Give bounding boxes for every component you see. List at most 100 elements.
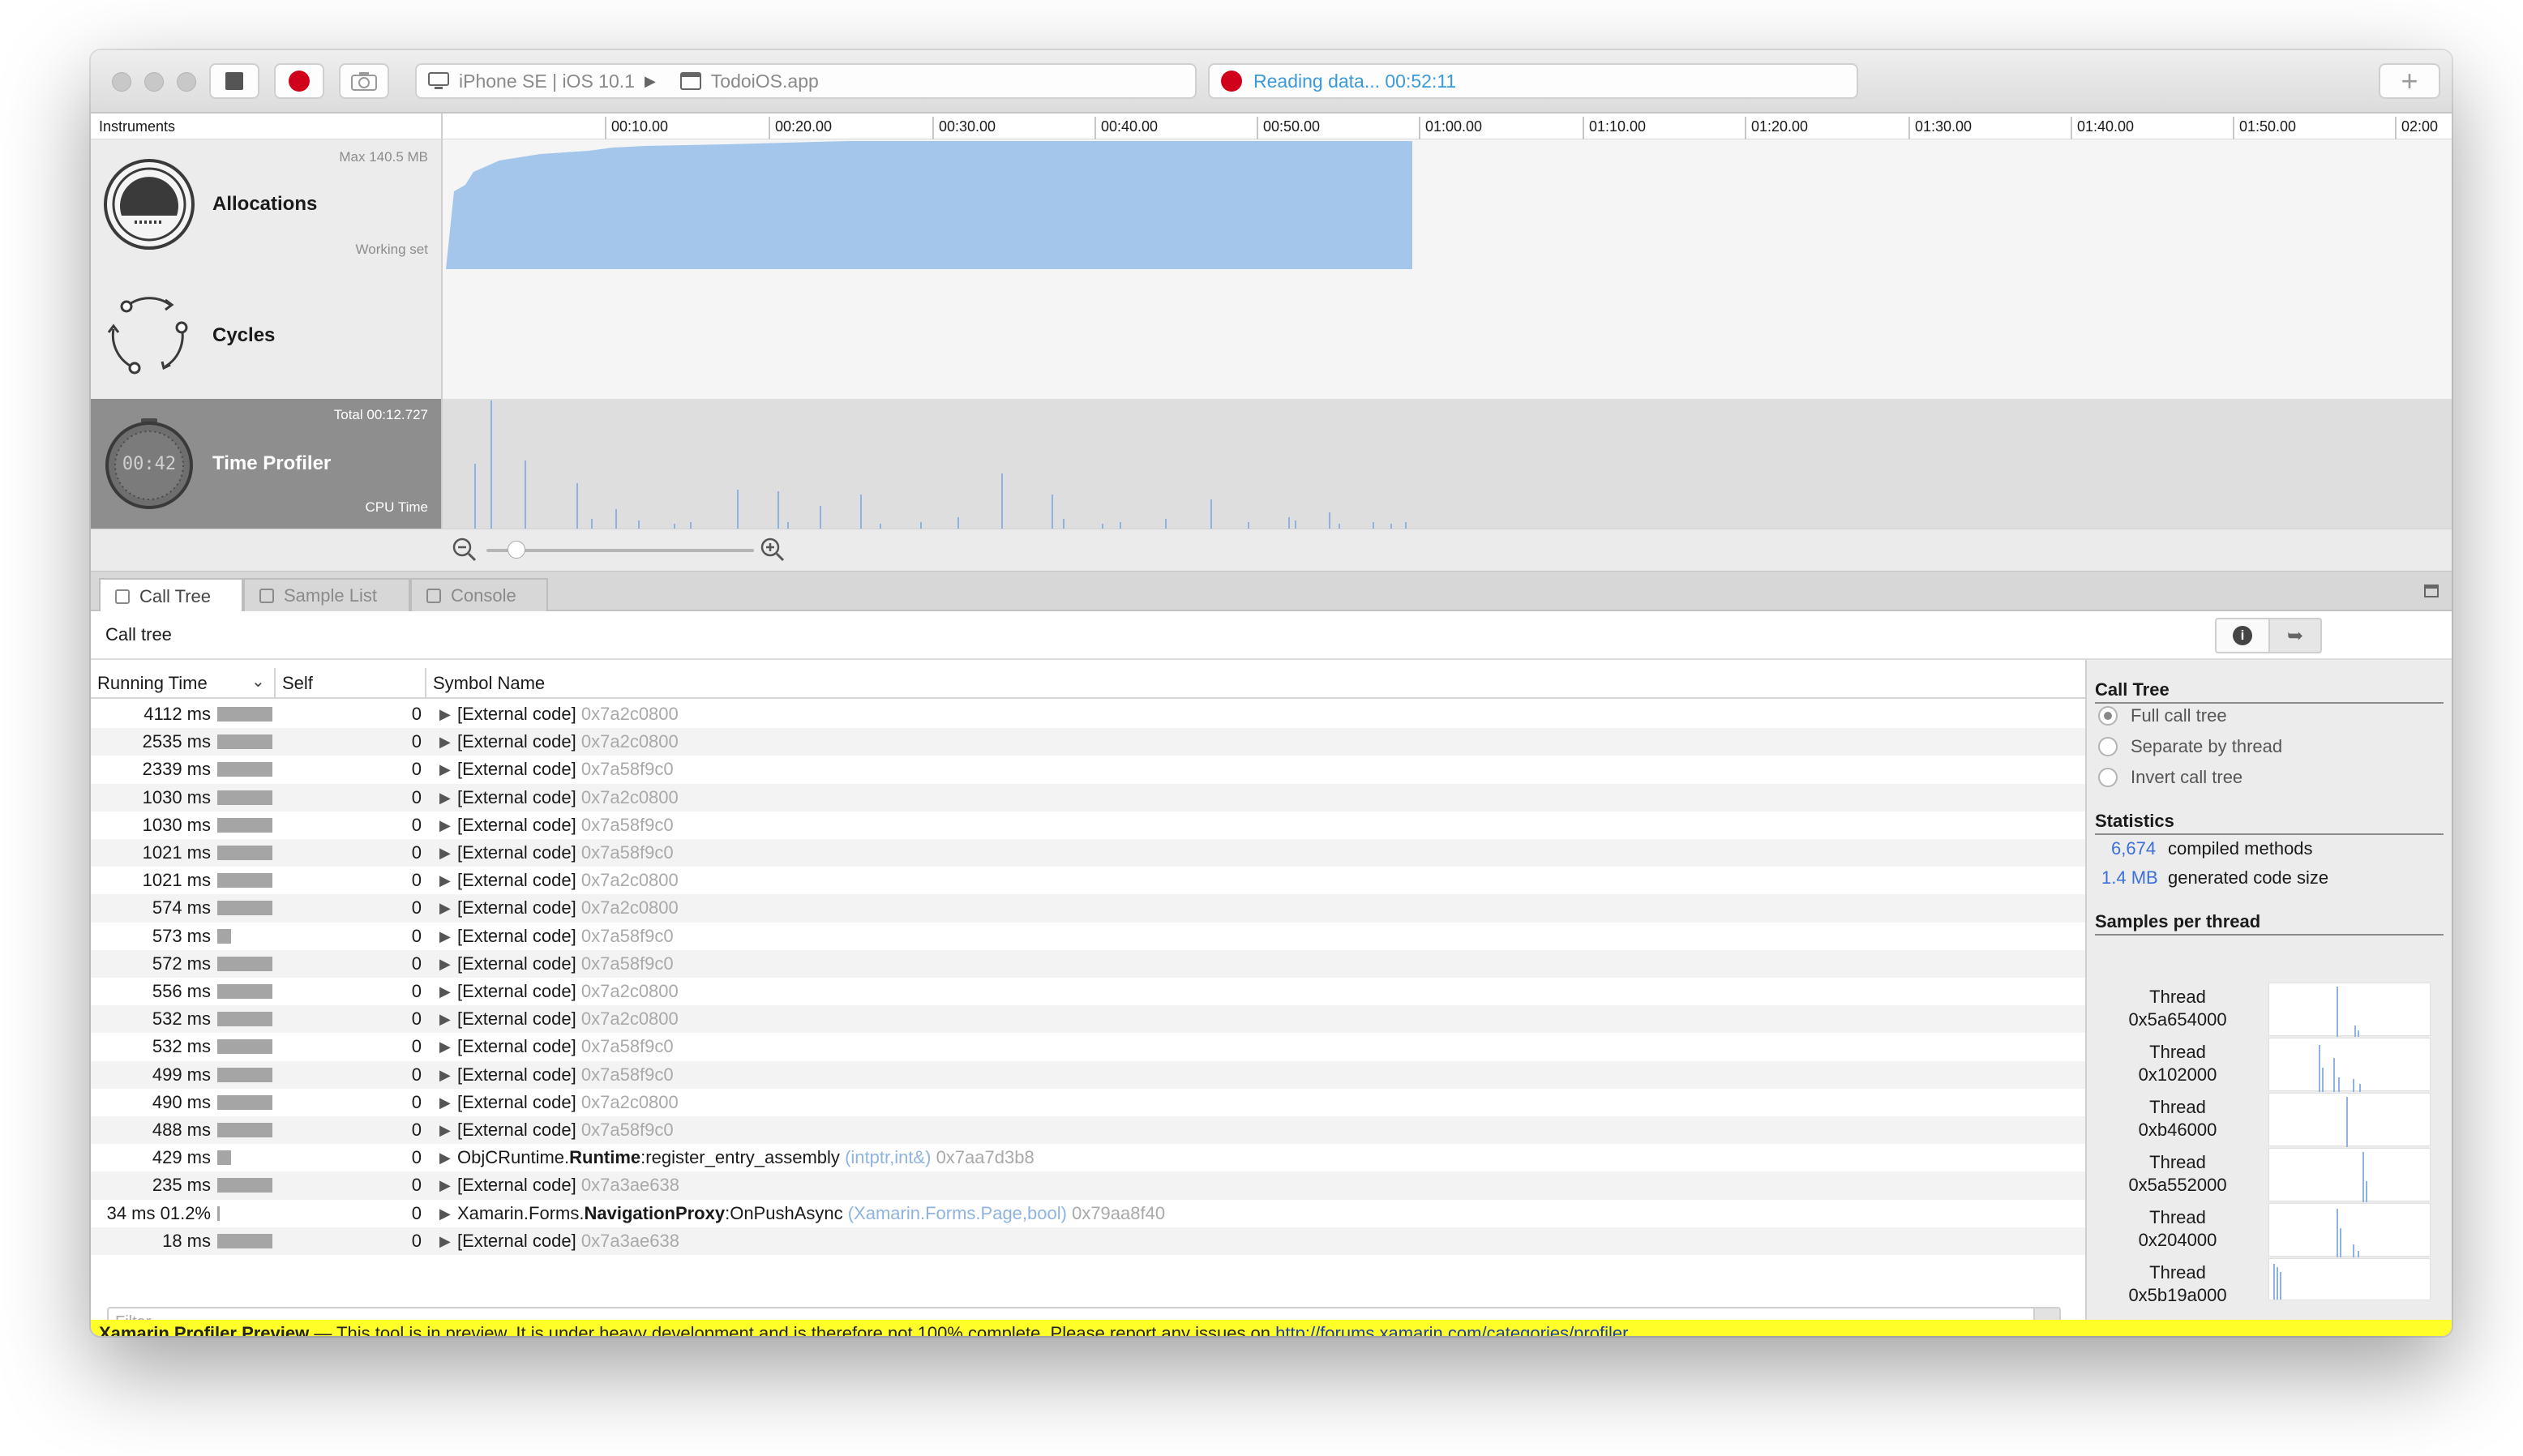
tab-label: Console (451, 585, 516, 606)
option-separate-by-thread[interactable]: Separate by thread (2098, 736, 2282, 757)
symbol-name: [External code] (457, 1230, 576, 1251)
table-row[interactable]: 490 ms 0 ▶ [External code] 0x7a2c0800 (91, 1089, 2085, 1116)
track-name: Time Profiler (212, 452, 332, 474)
zoom-slider-knob[interactable] (508, 541, 525, 559)
symbol-name: [External code] (457, 759, 576, 780)
disclosure-triangle-icon[interactable]: ▶ (439, 1061, 451, 1089)
symbol-cell: Xamarin.Forms.NavigationProxy:OnPushAsyn… (457, 1200, 1165, 1227)
tab-sample-list[interactable]: Sample List (243, 578, 410, 612)
table-row[interactable]: 1030 ms 0 ▶ [External code] 0x7a2c0800 (91, 783, 2085, 812)
symbol-cell: [External code] 0x7a58f9c0 (457, 950, 674, 978)
table-row[interactable]: 499 ms 0 ▶ [External code] 0x7a58f9c0 (91, 1060, 2085, 1089)
sort-chevron-icon[interactable]: ⌄ (251, 671, 265, 692)
record-button[interactable] (274, 63, 324, 99)
disclosure-triangle-icon[interactable]: ▶ (439, 728, 451, 756)
minimize-window-button[interactable] (144, 72, 164, 92)
symbol-signature: (Xamarin.Forms.Page,bool) (847, 1202, 1067, 1223)
disclosure-triangle-icon[interactable]: ▶ (439, 1005, 451, 1033)
table-row[interactable]: 573 ms 0 ▶ [External code] 0x7a58f9c0 (91, 923, 2085, 950)
table-row[interactable]: 4112 ms 0 ▶ [External code] 0x7a2c0800 (91, 700, 2085, 728)
table-row[interactable]: 1021 ms 0 ▶ [External code] 0x7a58f9c0 (91, 839, 2085, 867)
track-allocations[interactable]: Allocations Max 140.5 MB Working set (91, 139, 443, 269)
disclosure-triangle-icon[interactable]: ▶ (439, 784, 451, 812)
tab-console[interactable]: Console (410, 578, 548, 612)
running-time-cell: 1030 ms (142, 786, 211, 807)
table-row[interactable]: 556 ms 0 ▶ [External code] 0x7a2c0800 (91, 978, 2085, 1005)
table-row[interactable]: 1030 ms 0 ▶ [External code] 0x7a58f9c0 (91, 812, 2085, 839)
disclosure-triangle-icon[interactable]: ▶ (439, 700, 451, 728)
table-row[interactable]: 572 ms 0 ▶ [External code] 0x7a58f9c0 (91, 949, 2085, 978)
option-invert-call-tree[interactable]: Invert call tree (2098, 767, 2242, 788)
tab-call-tree[interactable]: Call Tree (99, 578, 243, 614)
symbol-name: [External code] (457, 814, 576, 835)
track-cycles[interactable]: Cycles (91, 269, 443, 399)
cycles-graph[interactable] (443, 269, 2452, 399)
disclosure-triangle-icon[interactable]: ▶ (439, 1144, 451, 1171)
disclosure-triangle-icon[interactable]: ▶ (439, 1227, 451, 1255)
disclosure-triangle-icon[interactable]: ▶ (439, 1116, 451, 1144)
disclosure-triangle-icon[interactable]: ▶ (439, 923, 451, 950)
snapshot-button[interactable] (339, 63, 389, 99)
column-self[interactable]: Self (282, 673, 313, 694)
banner-forum-link[interactable]: http://forums.xamarin.com/categories/pro… (1275, 1323, 1628, 1336)
running-time-cell: 556 ms (152, 981, 211, 1001)
running-time-cell: 488 ms (152, 1120, 211, 1140)
table-row[interactable]: 488 ms 0 ▶ [External code] 0x7a58f9c0 (91, 1116, 2085, 1145)
zoom-out-icon[interactable] (452, 537, 477, 562)
symbol-address: 0x7aa7d3b8 (936, 1147, 1034, 1168)
zoom-slider[interactable] (486, 549, 754, 552)
timeline-tick: 00:40.00 (1094, 117, 1158, 139)
disclosure-triangle-icon[interactable]: ▶ (439, 867, 451, 894)
disclosure-triangle-icon[interactable]: ▶ (439, 812, 451, 839)
table-row[interactable]: 235 ms 0 ▶ [External code] 0x7a3ae638 (91, 1171, 2085, 1200)
stop-button[interactable] (209, 63, 259, 99)
disclosure-triangle-icon[interactable]: ▶ (439, 839, 451, 867)
close-window-button[interactable] (112, 72, 131, 92)
table-row[interactable]: 574 ms 0 ▶ [External code] 0x7a2c0800 (91, 894, 2085, 923)
allocations-graph[interactable] (443, 139, 2452, 269)
table-row[interactable]: 34 ms 01.2% 0 ▶ Xamarin.Forms.NavigationPro… (91, 1200, 2085, 1227)
symbol-address: 0x7a3ae638 (580, 1175, 679, 1196)
table-row[interactable]: 429 ms 0 ▶ ObjCRuntime.Runtime:register_ent… (91, 1144, 2085, 1171)
symbol-name: [External code] (457, 786, 576, 807)
disclosure-triangle-icon[interactable]: ▶ (439, 1200, 451, 1227)
target-selector[interactable]: iPhone SE | iOS 10.1 ▶ TodoiOS.app (415, 63, 1197, 99)
thread-label: Thread 0x204000 (2138, 1207, 2217, 1250)
running-time-bar (217, 1233, 272, 1248)
table-row[interactable]: 532 ms 0 ▶ [External code] 0x7a2c0800 (91, 1005, 2085, 1034)
disclosure-triangle-icon[interactable]: ▶ (439, 756, 451, 783)
track-time-profiler[interactable]: 00:42 Time Profiler Total 00:12.727 CPU … (91, 399, 443, 529)
symbol-class: NavigationProxy (584, 1202, 726, 1223)
disclosure-triangle-icon[interactable]: ▶ (439, 1171, 451, 1199)
info-button[interactable]: i (2215, 618, 2270, 653)
symbol-address: 0x7a58f9c0 (580, 1036, 674, 1057)
table-row[interactable]: 532 ms 0 ▶ [External code] 0x7a58f9c0 (91, 1033, 2085, 1060)
column-running-time[interactable]: Running Time (97, 673, 208, 694)
symbol-name: [External code] (457, 925, 576, 946)
disclosure-triangle-icon[interactable]: ▶ (439, 978, 451, 1005)
table-row[interactable]: 2535 ms 0 ▶ [External code] 0x7a2c0800 (91, 728, 2085, 756)
option-label: Invert call tree (2131, 767, 2243, 787)
sample-list-icon (259, 589, 274, 603)
column-symbol-name[interactable]: Symbol Name (433, 673, 545, 694)
symbol-address: 0x7a2c0800 (580, 786, 679, 807)
disclosure-triangle-icon[interactable]: ▶ (439, 950, 451, 978)
disclosure-triangle-icon[interactable]: ▶ (439, 1033, 451, 1060)
zoom-in-icon[interactable] (760, 537, 785, 562)
collapse-panel-icon[interactable] (2424, 585, 2439, 597)
time-profiler-graph[interactable] (443, 399, 2452, 529)
disclosure-triangle-icon[interactable]: ▶ (439, 1089, 451, 1116)
zoom-window-button[interactable] (177, 72, 196, 92)
symbol-cell: [External code] 0x7a3ae638 (457, 1227, 679, 1255)
disclosure-triangle-icon[interactable]: ▶ (439, 894, 451, 922)
timeline-ruler[interactable]: 00:10.00 00:20.00 00:30.00 00:40.00 00:5… (443, 113, 2452, 139)
export-button[interactable]: ➥ (2268, 618, 2322, 653)
status-text: Reading data... 00:52:11 (1253, 70, 1457, 92)
option-full-call-tree[interactable]: Full call tree (2098, 705, 2227, 726)
symbol-address: 0x7a2c0800 (580, 870, 679, 891)
table-row[interactable]: 18 ms 0 ▶ [External code] 0x7a3ae638 (91, 1227, 2085, 1255)
table-row[interactable]: 2339 ms 0 ▶ [External code] 0x7a58f9c0 (91, 756, 2085, 783)
add-instrument-button[interactable]: + (2379, 63, 2440, 99)
call-tree-title: Call tree (105, 624, 172, 644)
table-row[interactable]: 1021 ms 0 ▶ [External code] 0x7a2c0800 (91, 867, 2085, 894)
